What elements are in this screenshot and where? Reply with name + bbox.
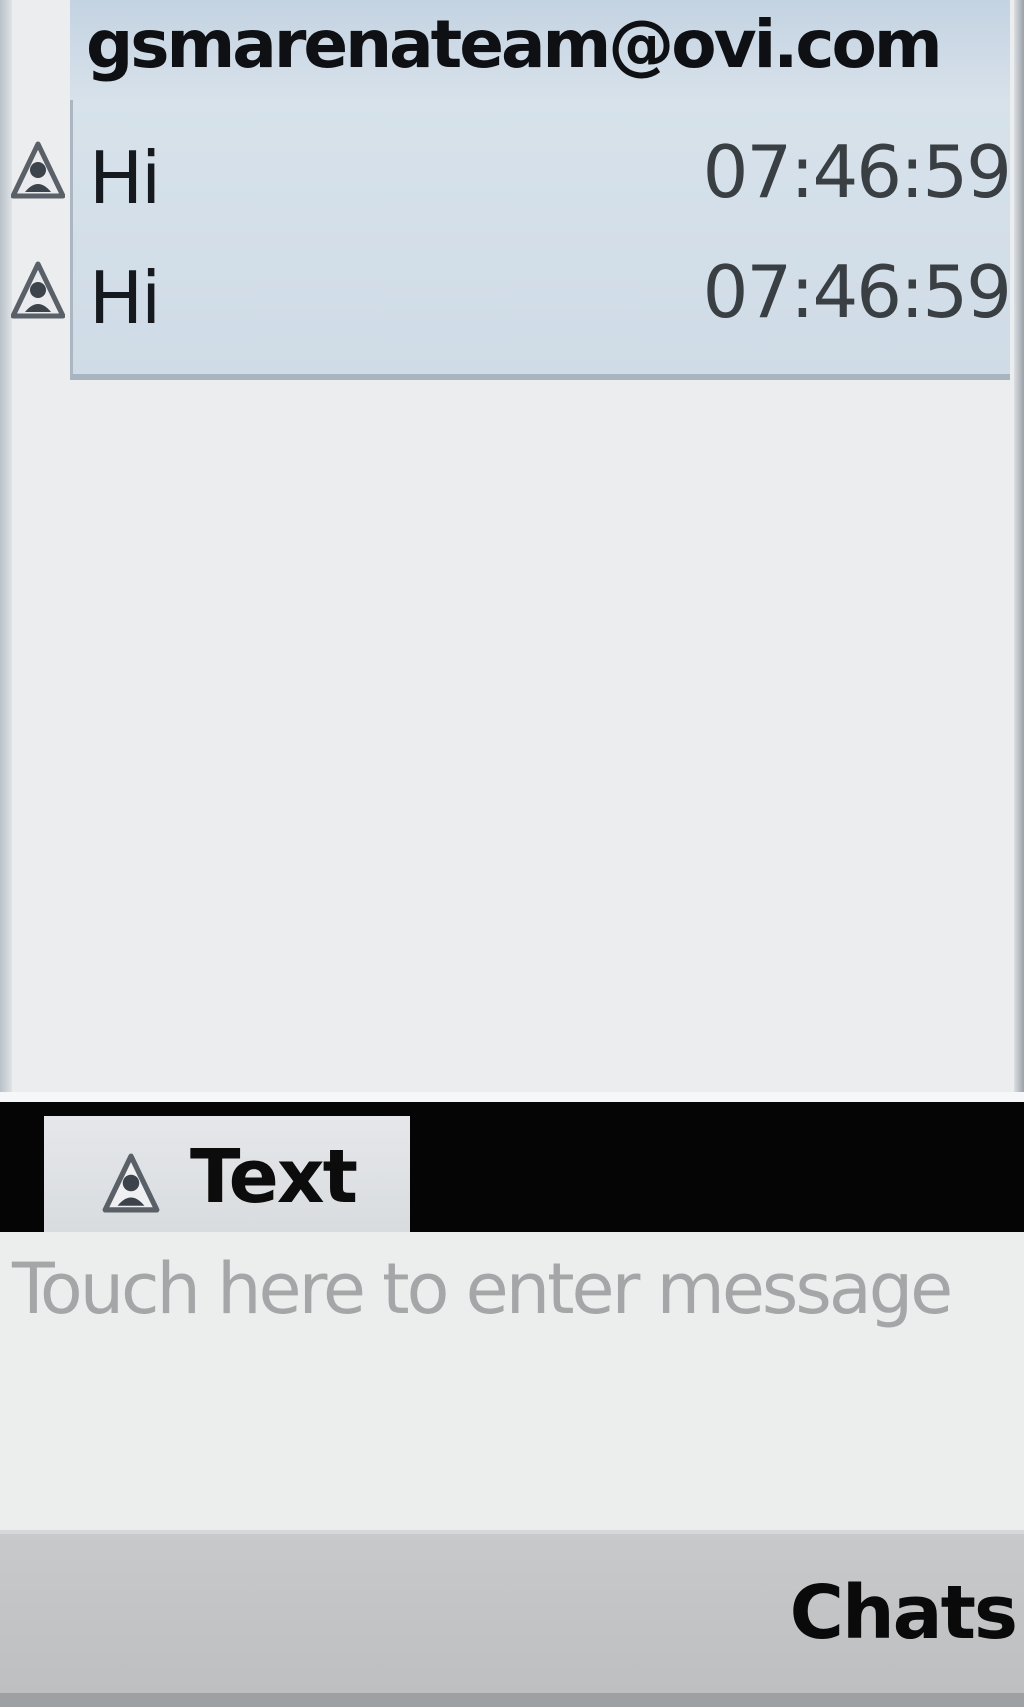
message-row[interactable]: Hi 07:46:59 [11, 120, 1012, 240]
message-text: Hi [89, 256, 161, 340]
contact-status-icon [11, 261, 65, 319]
message-text: Hi [89, 136, 161, 220]
message-time: 07:46:59 [702, 250, 1012, 334]
message-list[interactable]: Hi 07:46:59 Hi 07:46:59 [11, 100, 1012, 380]
composer-tab-bar: Text [0, 1102, 1024, 1232]
message-time: 07:46:59 [702, 130, 1012, 214]
chat-header: gsmarenateam@ovi.com [70, 0, 1010, 100]
message-input-placeholder: Touch here to enter message [12, 1248, 953, 1330]
bottom-edge [0, 1693, 1024, 1707]
tab-text-label: Text [190, 1134, 358, 1220]
contact-name: gsmarenateam@ovi.com [86, 6, 943, 83]
divider [0, 1092, 1024, 1102]
chats-softkey[interactable]: Chats [790, 1570, 1018, 1656]
message-row[interactable]: Hi 07:46:59 [11, 240, 1012, 360]
tab-text[interactable]: Text [44, 1116, 410, 1232]
softkey-bar: Chats [0, 1530, 1024, 1707]
contact-status-icon [11, 141, 65, 199]
contact-status-icon [102, 1153, 160, 1213]
right-edge-scrollbar[interactable] [1014, 0, 1024, 1102]
message-input[interactable]: Touch here to enter message [0, 1232, 1024, 1530]
